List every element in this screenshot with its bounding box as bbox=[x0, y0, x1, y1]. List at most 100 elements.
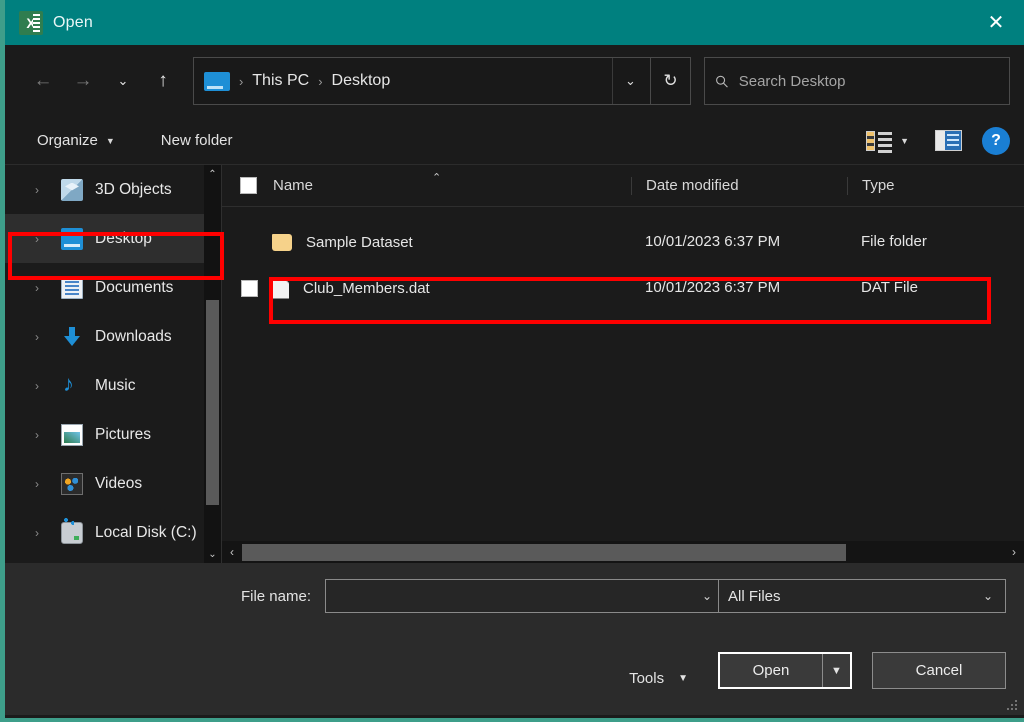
cancel-button[interactable]: Cancel bbox=[872, 652, 1006, 689]
chevron-down-icon[interactable]: ⌄ bbox=[973, 589, 1003, 603]
tools-button[interactable]: Tools ▼ bbox=[629, 670, 688, 687]
file-type: File folder bbox=[861, 233, 927, 250]
chevron-down-icon: ▼ bbox=[105, 135, 115, 146]
close-icon[interactable]: ✕ bbox=[968, 0, 1024, 45]
search-icon bbox=[716, 75, 728, 87]
breadcrumb-this-pc[interactable]: This PC bbox=[252, 72, 309, 90]
file-name: Club_Members.dat bbox=[303, 279, 430, 297]
search-input[interactable] bbox=[738, 72, 999, 90]
videos-icon bbox=[61, 472, 83, 495]
breadcrumb-separator-2: › bbox=[318, 73, 323, 89]
column-header-label: Date modified bbox=[646, 176, 739, 194]
file-row-name-cell: Sample Dataset bbox=[222, 233, 631, 251]
breadcrumb-desktop[interactable]: Desktop bbox=[332, 72, 391, 90]
resize-grip[interactable] bbox=[1006, 699, 1018, 711]
sort-ascending-icon: ⌃ bbox=[432, 172, 442, 184]
forward-button[interactable]: → bbox=[63, 60, 103, 102]
column-header-label: Name bbox=[273, 177, 314, 194]
scroll-right-icon[interactable]: › bbox=[1004, 541, 1024, 563]
column-headers: Name ⌃ Date modified Type bbox=[222, 165, 1024, 207]
select-all-checkbox[interactable] bbox=[240, 177, 257, 194]
chevron-right-icon: › bbox=[35, 280, 39, 295]
sidebar-scrollbar-thumb[interactable] bbox=[206, 300, 219, 505]
preview-pane-icon[interactable] bbox=[935, 130, 962, 151]
sidebar-scrollbar[interactable]: ⌃ ⌄ bbox=[204, 165, 221, 563]
file-row-name-cell: Club_Members.dat bbox=[222, 277, 631, 299]
column-header-label: Type bbox=[862, 176, 895, 194]
sidebar-item-label: Videos bbox=[95, 474, 143, 492]
open-dropdown-icon[interactable]: ▼ bbox=[822, 654, 850, 687]
file-name-input[interactable]: ⌄ bbox=[325, 579, 725, 613]
scroll-up-icon[interactable]: ⌃ bbox=[204, 165, 221, 183]
new-folder-button[interactable]: New folder bbox=[151, 126, 243, 155]
chevron-right-icon: › bbox=[35, 231, 39, 246]
sidebar-item-label: Music bbox=[95, 376, 136, 394]
recent-locations-button[interactable]: ⌄ bbox=[103, 60, 143, 102]
file-name: Sample Dataset bbox=[306, 233, 413, 251]
sidebar-item-label: Desktop bbox=[95, 229, 152, 247]
chevron-down-icon: ▼ bbox=[678, 673, 688, 684]
file-row-date-cell: 10/01/2023 6:37 PM bbox=[631, 233, 847, 251]
sidebar-item-3d-objects[interactable]: › 3D Objects bbox=[5, 165, 221, 214]
table-row[interactable]: Club_Members.dat 10/01/2023 6:37 PM DAT … bbox=[222, 265, 1024, 311]
sidebar-item-local-disk-c[interactable]: › Local Disk (C:) bbox=[5, 508, 221, 557]
horizontal-scrollbar[interactable]: ‹ › bbox=[222, 541, 1024, 563]
scroll-down-icon[interactable]: ⌄ bbox=[204, 545, 221, 563]
chevron-right-icon: › bbox=[35, 182, 39, 197]
horizontal-scrollbar-track[interactable] bbox=[242, 541, 1004, 563]
refresh-icon[interactable]: ↻ bbox=[650, 57, 691, 105]
row-checkbox[interactable] bbox=[241, 279, 258, 297]
sidebar-item-label: Pictures bbox=[95, 425, 151, 443]
search-box[interactable] bbox=[703, 57, 1010, 105]
sidebar-item-videos[interactable]: › Videos bbox=[5, 459, 221, 508]
address-bar[interactable]: › This PC › Desktop ⌄ bbox=[192, 57, 651, 105]
sidebar-item-label: Local Disk (C:) bbox=[95, 523, 197, 541]
navigation-pane: › 3D Objects › Desktop › Documents › Dow… bbox=[5, 165, 221, 563]
tools-label: Tools bbox=[629, 670, 665, 687]
file-type-dropdown[interactable]: All Files ⌄ bbox=[718, 579, 1006, 613]
sidebar-item-label: Documents bbox=[95, 278, 174, 296]
sidebar-item-music[interactable]: › Music bbox=[5, 361, 221, 410]
file-type: DAT File bbox=[861, 279, 918, 296]
chevron-right-icon: › bbox=[35, 525, 39, 540]
sidebar-item-documents[interactable]: › Documents bbox=[5, 263, 221, 312]
chevron-down-icon[interactable]: ⌄ bbox=[611, 58, 648, 104]
title-bar: X Open ✕ bbox=[5, 0, 1024, 45]
dialog-buttons: Open ▼ Cancel bbox=[718, 652, 1006, 689]
window-title: Open bbox=[53, 13, 93, 31]
view-options-icon[interactable] bbox=[866, 130, 893, 153]
local-disk-icon bbox=[61, 517, 83, 544]
help-button[interactable]: ? bbox=[982, 126, 1010, 155]
dialog-footer: File name: ⌄ All Files ⌄ Tools ▼ Open ▼ … bbox=[5, 563, 1024, 715]
file-icon bbox=[272, 277, 289, 299]
column-header-date-modified[interactable]: Date modified bbox=[631, 176, 847, 195]
chevron-right-icon: › bbox=[35, 476, 39, 491]
chevron-right-icon: › bbox=[35, 329, 39, 344]
breadcrumb-separator-1: › bbox=[238, 73, 244, 89]
up-button[interactable]: ↑ bbox=[143, 60, 183, 102]
dialog-body: › 3D Objects › Desktop › Documents › Dow… bbox=[5, 165, 1024, 563]
documents-icon bbox=[61, 276, 83, 299]
table-row[interactable]: Sample Dataset 10/01/2023 6:37 PM File f… bbox=[222, 219, 1024, 265]
horizontal-scrollbar-thumb[interactable] bbox=[242, 544, 846, 561]
column-header-name[interactable]: Name ⌃ bbox=[222, 172, 631, 194]
sidebar-item-label: 3D Objects bbox=[95, 180, 172, 198]
3d-objects-icon bbox=[61, 178, 83, 201]
navigation-bar: ← → ⌄ ↑ › This PC › Desktop ⌄ ↻ bbox=[5, 45, 1024, 117]
file-row-date-cell: 10/01/2023 6:37 PM bbox=[631, 279, 847, 297]
back-button[interactable]: ← bbox=[23, 60, 63, 102]
view-options-dropdown[interactable]: ▼ bbox=[892, 130, 917, 152]
file-row-type-cell: DAT File bbox=[847, 279, 1024, 297]
sidebar-item-downloads[interactable]: › Downloads bbox=[5, 312, 221, 361]
sidebar-item-desktop[interactable]: › Desktop bbox=[5, 214, 221, 263]
file-date-modified: 10/01/2023 6:37 PM bbox=[645, 233, 781, 250]
scroll-left-icon[interactable]: ‹ bbox=[222, 541, 242, 563]
column-header-type[interactable]: Type bbox=[847, 176, 1024, 195]
music-icon bbox=[61, 371, 83, 397]
organize-label: Organize bbox=[37, 132, 98, 149]
organize-button[interactable]: Organize ▼ bbox=[27, 126, 125, 155]
excel-icon: X bbox=[19, 10, 43, 35]
open-button[interactable]: Open ▼ bbox=[718, 652, 852, 689]
sidebar-item-pictures[interactable]: › Pictures bbox=[5, 410, 221, 459]
downloads-icon bbox=[61, 326, 83, 348]
